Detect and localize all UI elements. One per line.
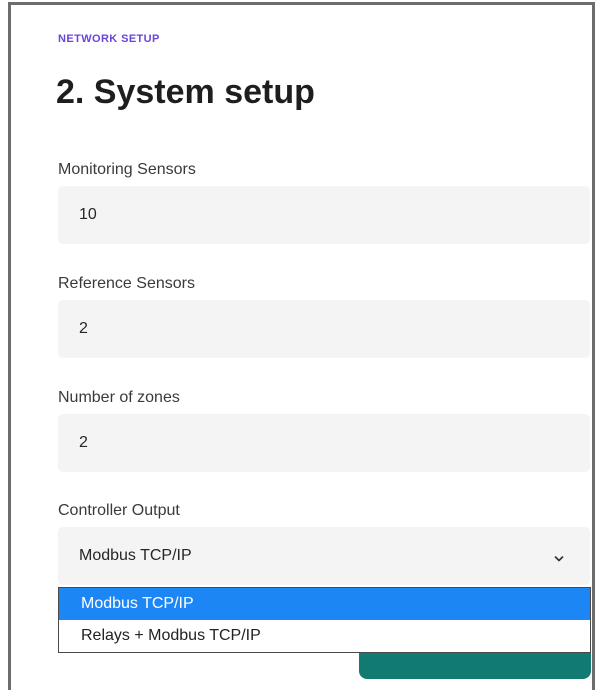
reference-sensors-label: Reference Sensors xyxy=(58,275,195,292)
dropdown-option-modbus[interactable]: Modbus TCP/IP xyxy=(59,588,590,620)
chevron-down-icon[interactable] xyxy=(554,551,564,562)
monitoring-sensors-value: 10 xyxy=(79,206,97,223)
reference-sensors-input[interactable]: 2 xyxy=(58,300,590,358)
number-of-zones-value: 2 xyxy=(79,434,88,451)
setup-panel: NETWORK SETUP 2. System setup Monitoring… xyxy=(8,2,595,690)
page-title: 2. System setup xyxy=(56,73,315,111)
section-eyebrow: NETWORK SETUP xyxy=(58,33,160,45)
controller-output-select[interactable]: Modbus TCP/IP xyxy=(58,527,590,585)
number-of-zones-input[interactable]: 2 xyxy=(58,414,590,472)
controller-output-dropdown-list: Modbus TCP/IP Relays + Modbus TCP/IP xyxy=(58,587,591,653)
reference-sensors-value: 2 xyxy=(79,320,88,337)
controller-output-value: Modbus TCP/IP xyxy=(79,547,192,564)
dropdown-option-relays-modbus[interactable]: Relays + Modbus TCP/IP xyxy=(59,620,590,652)
monitoring-sensors-label: Monitoring Sensors xyxy=(58,161,196,178)
monitoring-sensors-input[interactable]: 10 xyxy=(58,186,590,244)
controller-output-label: Controller Output xyxy=(58,502,180,519)
number-of-zones-label: Number of zones xyxy=(58,389,180,406)
